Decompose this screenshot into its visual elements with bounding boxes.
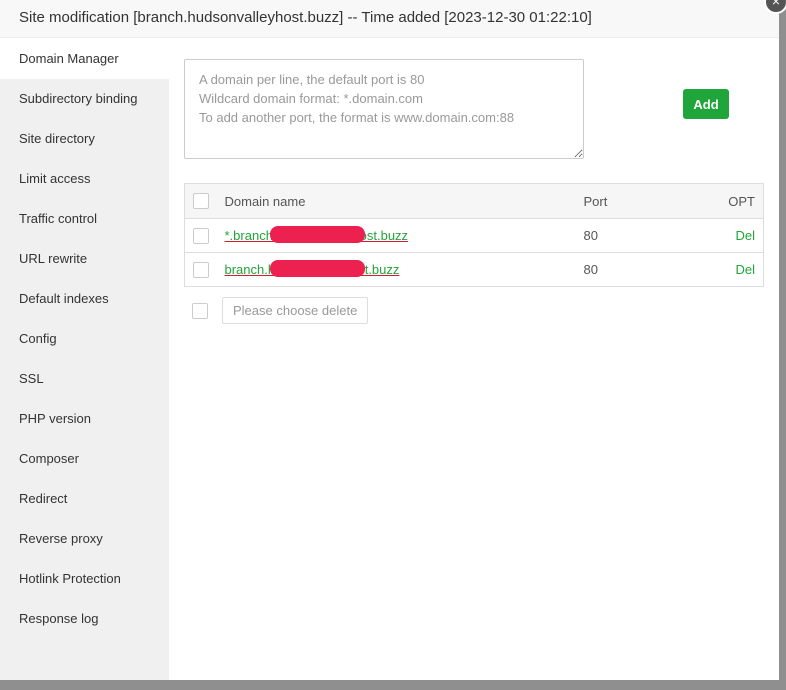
sidebar-item[interactable]: Hotlink Protection bbox=[0, 559, 169, 599]
port-cell: 80 bbox=[583, 252, 704, 287]
bulk-delete-button[interactable]: Please choose delete bbox=[222, 297, 369, 324]
sidebar-item[interactable]: Redirect bbox=[0, 479, 169, 519]
bulk-actions: Please choose delete bbox=[192, 297, 369, 324]
domain-table: Domain name Port OPT *.branch.hudsonvall… bbox=[184, 183, 764, 287]
bulk-select-checkbox[interactable] bbox=[192, 302, 208, 319]
header-opt: OPT bbox=[703, 183, 764, 219]
redaction-mark bbox=[269, 260, 365, 277]
delete-link[interactable]: Del bbox=[735, 262, 755, 277]
add-button[interactable]: Add bbox=[683, 89, 729, 119]
domain-link[interactable]: *.branch.hudsonvalleyhost.buzz bbox=[225, 226, 408, 243]
domain-link[interactable]: branch.hudsonvalleyhost.buzz bbox=[225, 260, 399, 277]
dialog-title: Site modification [branch.hudsonvalleyho… bbox=[0, 0, 779, 38]
sidebar-item[interactable]: Domain Manager bbox=[0, 39, 169, 79]
delete-link[interactable]: Del bbox=[735, 228, 755, 243]
sidebar-item[interactable]: PHP version bbox=[0, 399, 169, 439]
sidebar-item[interactable]: Default indexes bbox=[0, 279, 169, 319]
port-cell: 80 bbox=[583, 218, 704, 253]
sidebar-item[interactable]: URL rewrite bbox=[0, 239, 169, 279]
sidebar-item[interactable]: SSL bbox=[0, 359, 169, 399]
table-row: branch.hudsonvalleyhost.buzz 80 Del bbox=[184, 252, 764, 287]
row-checkbox[interactable] bbox=[193, 261, 209, 278]
table-header: Domain name Port OPT bbox=[184, 183, 764, 219]
sidebar-item[interactable]: Subdirectory binding bbox=[0, 79, 169, 119]
sidebar-item[interactable]: Response log bbox=[0, 599, 169, 639]
header-port: Port bbox=[583, 183, 704, 219]
select-all-checkbox[interactable] bbox=[193, 193, 209, 210]
redaction-mark bbox=[269, 226, 365, 243]
sidebar-item[interactable]: Reverse proxy bbox=[0, 519, 169, 559]
sidebar: Domain Manager Subdirectory binding Site d… bbox=[0, 39, 169, 680]
header-domain: Domain name bbox=[224, 183, 584, 219]
sidebar-item[interactable]: Traffic control bbox=[0, 199, 169, 239]
site-modification-dialog: Site modification [branch.hudsonvalleyho… bbox=[0, 0, 779, 680]
domain-input[interactable] bbox=[184, 59, 584, 159]
sidebar-item[interactable]: Site directory bbox=[0, 119, 169, 159]
sidebar-item[interactable]: Composer bbox=[0, 439, 169, 479]
table-row: *.branch.hudsonvalleyhost.buzz 80 Del bbox=[184, 218, 764, 253]
sidebar-item[interactable]: Config bbox=[0, 319, 169, 359]
sidebar-item[interactable]: Limit access bbox=[0, 159, 169, 199]
row-checkbox[interactable] bbox=[193, 227, 209, 244]
